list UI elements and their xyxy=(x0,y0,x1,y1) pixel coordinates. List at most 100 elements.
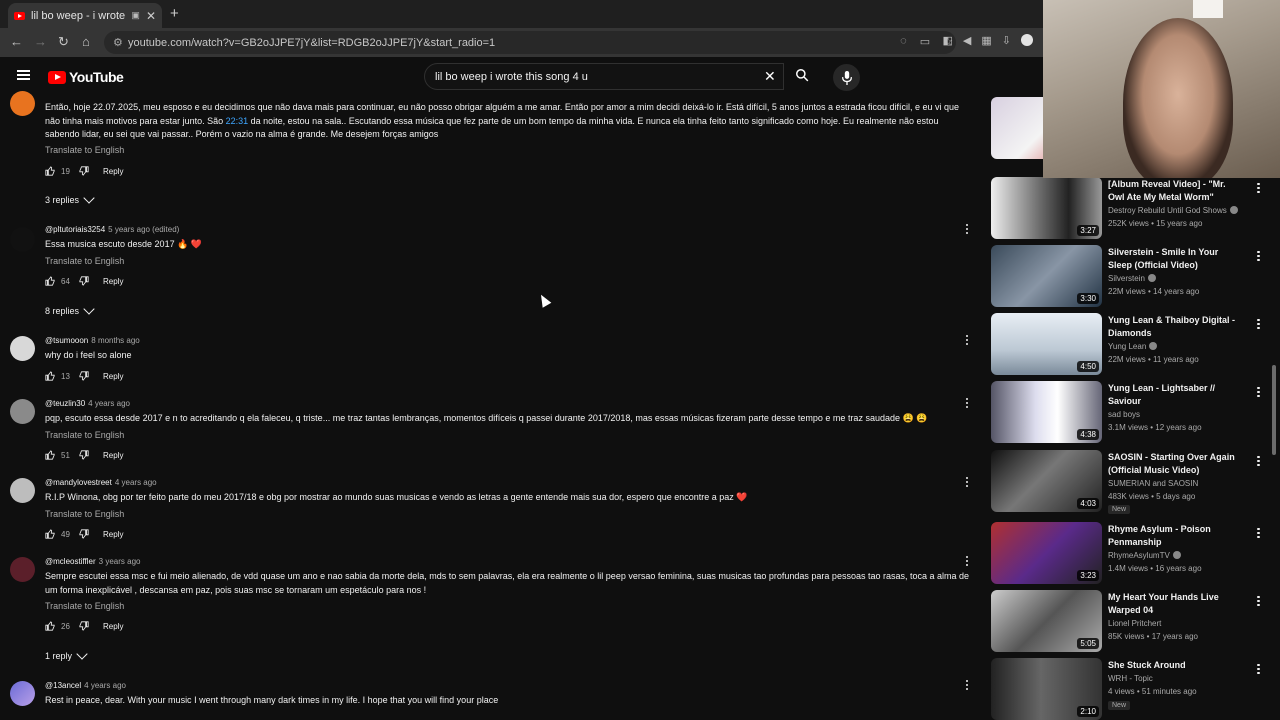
video-thumbnail[interactable]: 5:05 xyxy=(991,590,1102,652)
clear-search-icon[interactable]: ✕ xyxy=(764,68,776,85)
video-card[interactable]: 2:10 She Stuck Around WRH - Topic 4 view… xyxy=(991,658,1271,720)
more-options-icon[interactable] xyxy=(1257,662,1260,676)
video-channel[interactable]: RhymeAsylumTV xyxy=(1108,551,1181,560)
comment-author[interactable]: @mandylovestreet xyxy=(45,478,112,487)
avatar[interactable] xyxy=(10,336,35,361)
video-thumbnail[interactable]: 3:23 xyxy=(991,522,1102,584)
video-channel[interactable]: Destroy Rebuild Until God Shows xyxy=(1108,206,1238,215)
more-options-icon[interactable] xyxy=(1257,594,1260,608)
translate-link[interactable]: Translate to English xyxy=(45,509,124,519)
video-thumbnail[interactable]: 4:03 xyxy=(991,450,1102,512)
comment-author[interactable]: @pltutoriais3254 xyxy=(45,225,105,234)
video-channel[interactable]: Lionel Pritchert xyxy=(1108,619,1161,628)
video-channel[interactable]: sad boys xyxy=(1108,410,1140,419)
video-thumbnail[interactable]: 4:50 xyxy=(991,313,1102,375)
video-card[interactable]: 4:50 Yung Lean & Thaiboy Digital - Diamo… xyxy=(991,313,1271,375)
like-icon[interactable] xyxy=(45,621,55,631)
eye-off-icon[interactable]: ◌ xyxy=(900,35,907,48)
more-options-icon[interactable] xyxy=(965,554,969,568)
avatar[interactable] xyxy=(10,227,35,252)
view-replies-button[interactable]: 1 reply xyxy=(45,648,88,661)
more-options-icon[interactable] xyxy=(1257,526,1260,540)
video-card[interactable]: 4:03 SAOSIN - Starting Over Again (Offic… xyxy=(991,450,1271,514)
video-title[interactable]: Yung Lean & Thaiboy Digital - Diamonds xyxy=(1108,314,1243,340)
dislike-icon[interactable] xyxy=(79,371,89,381)
like-icon[interactable] xyxy=(45,529,55,539)
back-icon[interactable]: ← xyxy=(10,34,23,49)
reply-button[interactable]: Reply xyxy=(103,622,123,631)
dislike-icon[interactable] xyxy=(79,450,89,460)
more-options-icon[interactable] xyxy=(1257,317,1260,331)
translate-link[interactable]: Translate to English xyxy=(45,256,124,266)
reply-button[interactable]: Reply xyxy=(103,372,123,381)
avatar[interactable] xyxy=(10,399,35,424)
extension-icon[interactable]: ▦ xyxy=(981,34,991,47)
like-icon[interactable] xyxy=(45,371,55,381)
avatar[interactable] xyxy=(10,681,35,706)
avatar[interactable] xyxy=(10,557,35,582)
video-thumbnail[interactable]: 2:10 xyxy=(991,658,1102,720)
video-title[interactable]: SAOSIN - Starting Over Again (Official M… xyxy=(1108,451,1243,477)
new-tab-button[interactable]: + xyxy=(170,5,179,22)
translate-link[interactable]: Translate to English xyxy=(45,601,124,611)
comment-author[interactable]: @13ancel xyxy=(45,681,81,690)
translate-link[interactable]: Translate to English xyxy=(45,145,124,155)
video-card[interactable]: 5:05 My Heart Your Hands Live Warped 04 … xyxy=(991,590,1271,652)
view-replies-button[interactable]: 3 replies xyxy=(45,192,95,205)
video-card[interactable]: 4:38 Yung Lean - Lightsaber // Saviour s… xyxy=(991,381,1271,443)
like-icon[interactable] xyxy=(45,450,55,460)
video-channel[interactable]: SUMERIAN and SAOSIN xyxy=(1108,479,1198,488)
dislike-icon[interactable] xyxy=(79,529,89,539)
video-title[interactable]: Silverstein - Smile In Your Sleep (Offic… xyxy=(1108,246,1243,272)
install-icon[interactable]: ▭ xyxy=(920,35,930,48)
youtube-logo[interactable]: YouTube xyxy=(48,69,124,85)
audio-icon[interactable]: ▣ xyxy=(131,10,140,21)
forward-icon[interactable]: → xyxy=(34,34,47,49)
video-thumbnail[interactable]: 3:27 xyxy=(991,177,1102,239)
site-info-icon[interactable]: ⚙ xyxy=(113,36,123,49)
more-options-icon[interactable] xyxy=(965,222,969,236)
video-title[interactable]: [Album Reveal Video] - "Mr. Owl Ate My M… xyxy=(1108,178,1243,204)
media-icon[interactable]: ◧ xyxy=(943,34,953,47)
more-options-icon[interactable] xyxy=(1257,249,1260,263)
view-replies-button[interactable]: 8 replies xyxy=(45,303,95,316)
reply-button[interactable]: Reply xyxy=(103,451,123,460)
voice-search-button[interactable] xyxy=(833,64,860,91)
video-channel[interactable]: Silverstein xyxy=(1108,274,1156,283)
video-title[interactable]: My Heart Your Hands Live Warped 04 xyxy=(1108,591,1243,617)
dislike-icon[interactable] xyxy=(79,166,89,176)
comment-time[interactable]: 4 years ago xyxy=(115,478,157,487)
more-options-icon[interactable] xyxy=(1257,385,1260,399)
video-thumbnail[interactable]: 3:30 xyxy=(991,245,1102,307)
comment-author[interactable]: @mcleostiffler xyxy=(45,557,96,566)
video-title[interactable]: Rhyme Asylum - Poison Penmanship xyxy=(1108,523,1243,549)
more-options-icon[interactable] xyxy=(965,475,969,489)
avatar[interactable] xyxy=(10,91,35,116)
search-icon[interactable] xyxy=(795,68,809,82)
tab-close-icon[interactable]: ✕ xyxy=(146,9,156,23)
avatar[interactable] xyxy=(10,478,35,503)
reply-button[interactable]: Reply xyxy=(103,277,123,286)
search-input[interactable]: lil bo weep i wrote this song 4 u xyxy=(424,63,784,90)
dislike-icon[interactable] xyxy=(79,276,89,286)
video-thumbnail[interactable]: 4:38 xyxy=(991,381,1102,443)
profile-avatar[interactable] xyxy=(1021,34,1033,46)
more-options-icon[interactable] xyxy=(1257,454,1260,468)
downloads-icon[interactable]: ⇩ xyxy=(1002,34,1011,47)
video-channel[interactable]: WRH - Topic xyxy=(1108,674,1153,683)
video-card[interactable]: 3:23 Rhyme Asylum - Poison Penmanship Rh… xyxy=(991,522,1271,584)
more-options-icon[interactable] xyxy=(965,678,969,692)
browser-tab[interactable]: lil bo weep - i wrote this song ▣ ✕ xyxy=(8,3,162,28)
comment-author[interactable]: @teuzlin30 xyxy=(45,399,85,408)
more-options-icon[interactable] xyxy=(1257,181,1260,195)
video-channel[interactable]: Yung Lean xyxy=(1108,342,1158,351)
volume-icon[interactable]: ◀ xyxy=(963,34,971,47)
like-icon[interactable] xyxy=(45,166,55,176)
video-title[interactable]: Yung Lean - Lightsaber // Saviour xyxy=(1108,382,1243,408)
reply-button[interactable]: Reply xyxy=(103,530,123,539)
home-icon[interactable]: ⌂ xyxy=(82,34,90,49)
like-icon[interactable] xyxy=(45,276,55,286)
menu-icon[interactable] xyxy=(17,70,30,80)
comment-author[interactable]: @tsumooon xyxy=(45,336,88,345)
comment-time[interactable]: 8 months ago xyxy=(91,336,139,345)
